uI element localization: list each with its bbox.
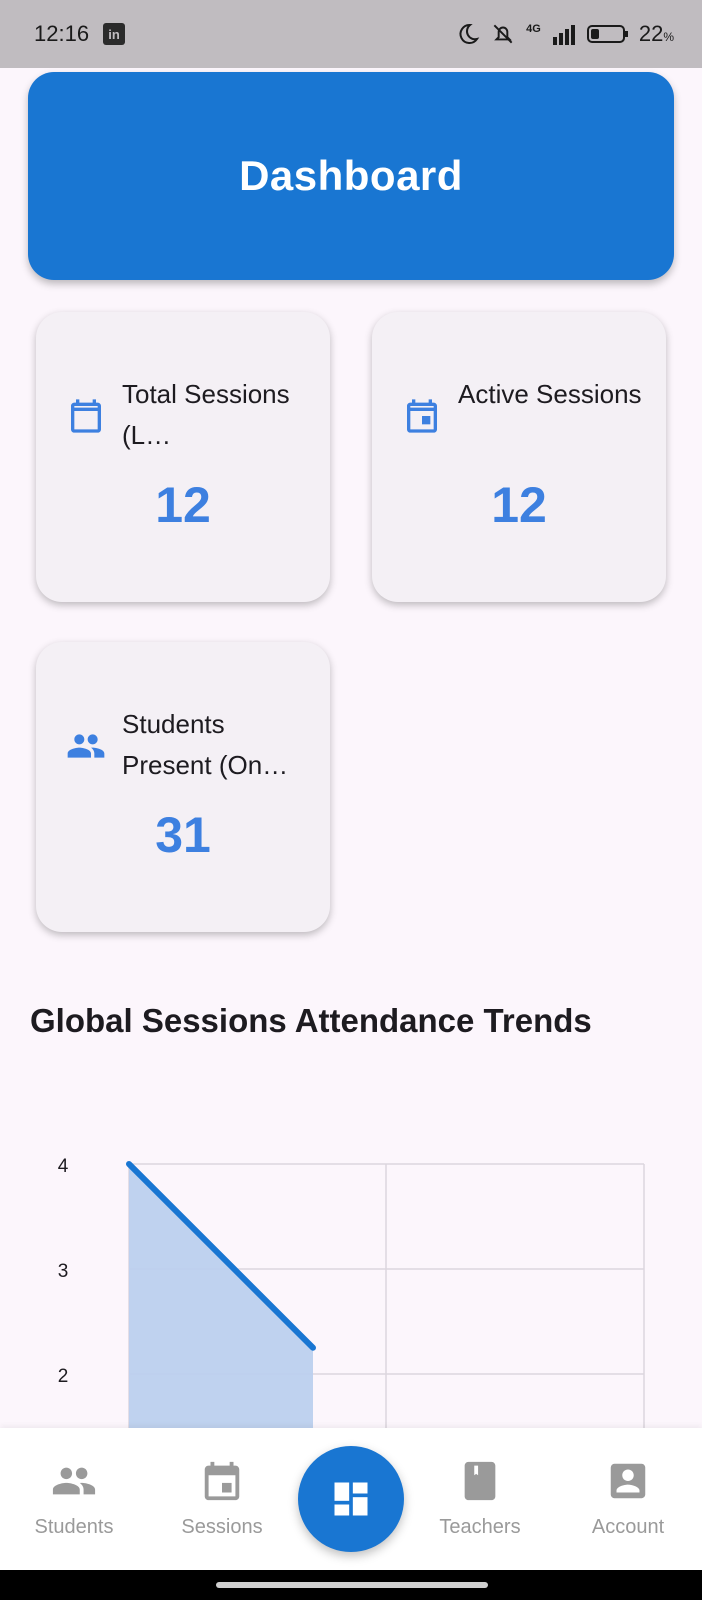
gesture-handle[interactable] [216, 1582, 488, 1588]
calendar-event-icon [407, 399, 437, 433]
stat-label: Students Present (On… [122, 709, 289, 780]
dashboard-content[interactable]: Dashboard Total Sessions (L… 12 Active S… [0, 68, 702, 1428]
stat-card-total-sessions[interactable]: Total Sessions (L… 12 [36, 312, 330, 602]
status-bar: 12:16 in 4G 22% [0, 0, 702, 68]
page-title: Dashboard [239, 152, 463, 199]
dashboard-icon [334, 1482, 368, 1516]
section-title: Global Sessions Attendance Trends [30, 1002, 592, 1039]
calendar-icon [204, 1461, 240, 1501]
do-not-disturb-moon-icon [459, 23, 480, 44]
nav-item-students[interactable]: Students [4, 1428, 144, 1570]
calendar-outline-icon [71, 399, 101, 433]
people-icon [52, 1467, 96, 1495]
battery-icon [586, 25, 628, 43]
nav-item-account[interactable]: Account [558, 1428, 698, 1570]
status-time: 12:16 [34, 21, 90, 46]
y-tick-label: 4 [58, 1156, 69, 1177]
area-fill [129, 1164, 313, 1428]
status-right: 4G 22% [456, 21, 674, 47]
nav-label: Teachers [439, 1516, 521, 1538]
stat-label: Total Sessions (L… [122, 379, 290, 450]
stat-label: Active Sessions [458, 379, 642, 409]
nav-item-teachers[interactable]: Teachers [410, 1428, 550, 1570]
network-type: 4G [526, 23, 541, 35]
battery-percent: 22 [638, 21, 664, 46]
linkedin-notification-icon: in [103, 23, 126, 45]
nav-item-sessions[interactable]: Sessions [152, 1428, 292, 1570]
battery-unit: % [663, 30, 674, 44]
stat-value: 12 [155, 477, 211, 533]
stat-value: 31 [155, 807, 211, 863]
nav-label: Sessions [181, 1516, 263, 1538]
battery-level: 22% [639, 21, 674, 47]
account-box-icon [610, 1463, 646, 1499]
stat-card-active-sessions[interactable]: Active Sessions 12 [372, 312, 666, 602]
nav-item-dashboard[interactable] [298, 1446, 404, 1552]
nav-label: Account [591, 1516, 665, 1538]
book-icon [464, 1461, 496, 1501]
dashboard-header-card: Dashboard [28, 72, 674, 280]
y-tick-label: 3 [58, 1261, 69, 1282]
bottom-navigation: Students Sessions Teachers Account [0, 1428, 702, 1570]
nav-label: Students [34, 1516, 114, 1538]
status-left: 12:16 in [34, 21, 126, 47]
attendance-trend-chart: 4321 [58, 1156, 645, 1428]
people-icon [67, 734, 105, 758]
y-tick-label: 2 [58, 1366, 69, 1387]
signal-icon [552, 25, 575, 45]
mute-bell-icon [493, 24, 513, 44]
system-gesture-bar [0, 1570, 702, 1600]
stat-value: 12 [491, 477, 547, 533]
stat-card-students-present[interactable]: Students Present (On… 31 [36, 642, 330, 932]
